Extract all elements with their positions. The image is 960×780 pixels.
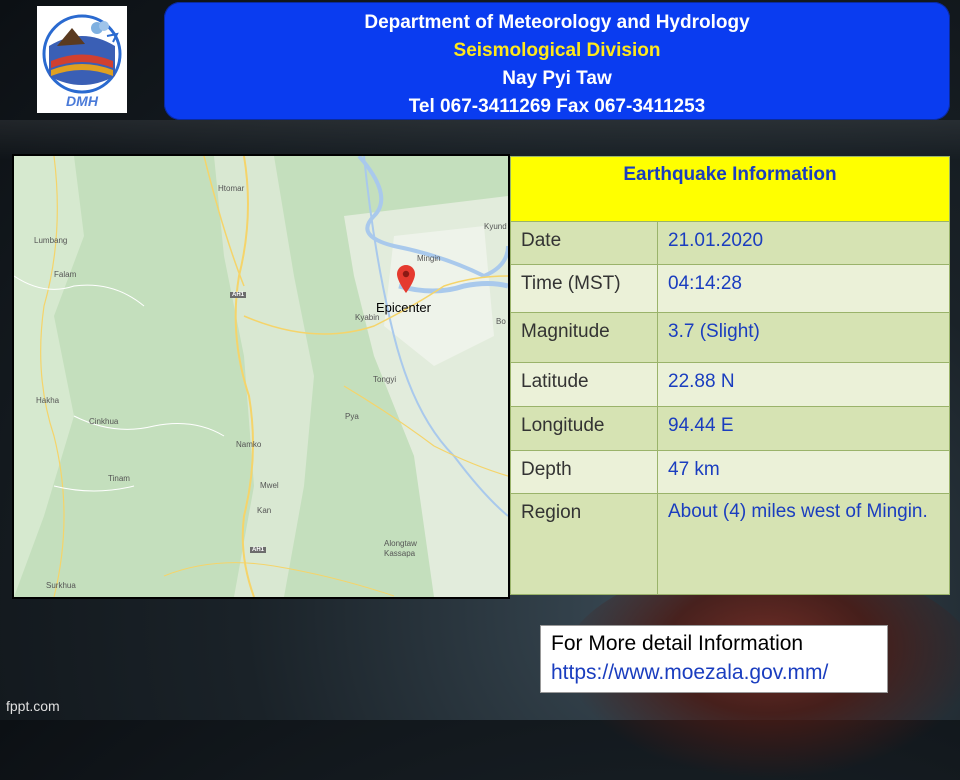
table-title: Earthquake Information [510,156,950,222]
place-label: Hakha [36,396,60,405]
header-banner: Department of Meteorology and Hydrology … [164,2,950,120]
place-label: Htomar [218,184,245,193]
epicenter-label: Epicenter [376,300,431,315]
contact-numbers: Tel 067-3411269 Fax 067-3411253 [408,96,706,117]
watermark: fppt.com [6,698,60,714]
table-row: Longitude 94.44 E [510,406,950,451]
row-value: 47 km [657,450,950,494]
epicenter-pin-icon [397,265,415,293]
row-label: Date [510,221,658,265]
place-label: Kyund [484,222,507,231]
table-row: Magnitude 3.7 (Slight) [510,312,950,363]
more-info-box: For More detail Information https://www.… [540,625,888,693]
row-label: Depth [510,450,658,494]
table-row: Depth 47 km [510,450,950,494]
place-label: Namko [236,440,262,449]
department-title: Department of Meteorology and Hydrology [364,12,750,33]
row-value: 22.88 N [657,362,950,407]
more-info-link[interactable]: https://www.moezala.gov.mm/ [551,661,828,685]
row-value: 04:14:28 [657,264,950,313]
row-label: Magnitude [510,312,658,363]
place-label: Alongtaw [384,539,417,548]
place-label: Falam [54,270,77,279]
row-value: About (4) miles west of Mingin. [657,493,950,595]
highway-shield: AH1 [230,292,247,298]
row-label: Region [510,493,658,595]
place-label: Cinkhua [89,417,119,426]
table-row: Time (MST) 04:14:28 [510,264,950,313]
epicenter-map: Htomar Mingin Kyund Lumbang Falam Kyabin… [12,154,510,599]
place-label: Tinam [108,474,130,483]
city-name: Nay Pyi Taw [502,68,612,89]
place-label: Bo [496,317,506,326]
place-label: Kassapa [384,549,416,558]
map-terrain [14,156,508,597]
place-label: Pya [345,412,359,421]
more-info-text: For More detail Information [551,632,804,655]
place-label: Tongyi [373,375,397,384]
highway-shield: AH1 [250,547,267,553]
place-label: Mingin [417,254,441,263]
division-title: Seismological Division [453,40,661,61]
place-label: Surkhua [46,581,76,590]
row-value: 94.44 E [657,406,950,451]
logo-text: DMH [66,93,99,109]
table-title-row: Earthquake Information [510,156,950,222]
place-label: Kan [257,506,272,515]
dmh-logo: DMH [37,6,127,113]
row-label: Latitude [510,362,658,407]
row-label: Time (MST) [510,264,658,313]
row-label: Longitude [510,406,658,451]
table-row: Date 21.01.2020 [510,221,950,265]
table-row: Latitude 22.88 N [510,362,950,407]
row-value: 3.7 (Slight) [657,312,950,363]
place-label: Mwel [260,481,279,490]
row-value: 21.01.2020 [657,221,950,265]
table-row: Region About (4) miles west of Mingin. [510,493,950,595]
earthquake-info-table: Earthquake Information Date 21.01.2020 T… [510,156,950,595]
place-label: Lumbang [34,236,68,245]
